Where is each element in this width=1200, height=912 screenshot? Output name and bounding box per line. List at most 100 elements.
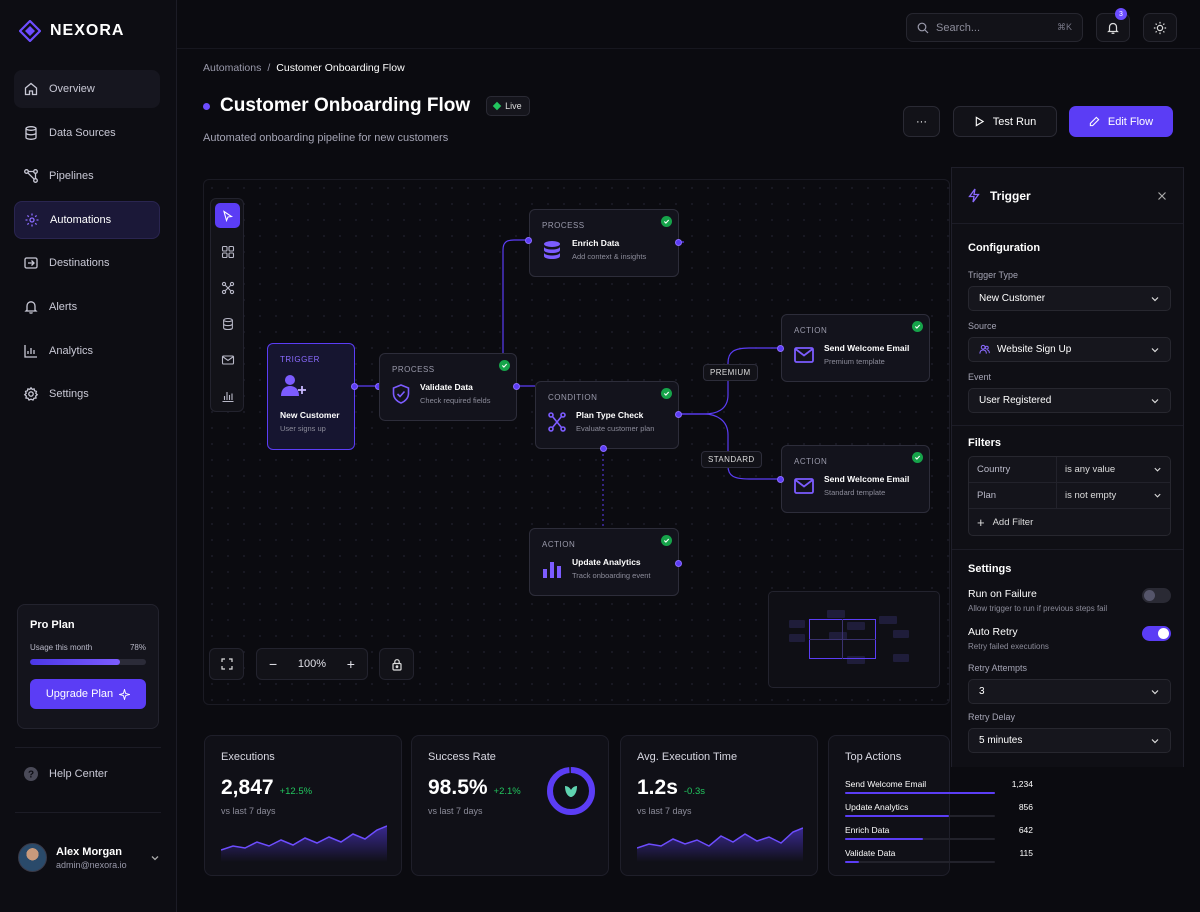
- theme-toggle-button[interactable]: [1143, 13, 1177, 42]
- mail-tool-button[interactable]: [215, 347, 240, 372]
- minimap[interactable]: [768, 591, 940, 688]
- sidebar-item-automations[interactable]: Automations: [14, 200, 160, 239]
- flow-node-trigger[interactable]: TRIGGER New Customer User signs up: [267, 343, 355, 450]
- flow-node-update-analytics[interactable]: ACTION Update Analytics Track onboarding …: [529, 528, 679, 596]
- success-check-icon: [499, 360, 510, 371]
- node-type: TRIGGER: [280, 355, 320, 364]
- auto-retry-toggle[interactable]: [1142, 626, 1171, 641]
- node-title: Validate Data: [420, 382, 473, 392]
- breadcrumb-parent[interactable]: Automations: [203, 62, 261, 74]
- zoom-out-button[interactable]: −: [269, 656, 277, 672]
- expand-icon: [220, 658, 233, 670]
- fit-view-button[interactable]: [209, 648, 244, 680]
- more-options-button[interactable]: ···: [903, 106, 940, 137]
- node-port[interactable]: [675, 411, 682, 418]
- trigger-type-select[interactable]: New Customer: [968, 286, 1171, 311]
- filter-operator: is not empty: [1065, 490, 1117, 501]
- node-port[interactable]: [351, 383, 358, 390]
- upgrade-plan-button[interactable]: Upgrade Plan: [30, 679, 146, 709]
- branch-icon: [548, 411, 566, 432]
- chevron-down-icon: [151, 855, 159, 860]
- minimap-node: [879, 616, 897, 624]
- node-port[interactable]: [600, 445, 607, 452]
- trigger-type-value: New Customer: [979, 293, 1046, 304]
- grid-tool-button[interactable]: [215, 239, 240, 264]
- trigger-type-label: Trigger Type: [968, 270, 1019, 280]
- flow-canvas[interactable]: TRIGGER New Customer User signs up PROCE…: [203, 179, 950, 705]
- mail-icon: [794, 346, 814, 363]
- database-tool-button[interactable]: [215, 311, 240, 336]
- zoom-in-button[interactable]: +: [347, 656, 355, 672]
- sidebar: NEXORA Overview Data Sources Pipelines A…: [0, 0, 177, 912]
- retry-attempts-select[interactable]: 3: [968, 679, 1171, 704]
- user-menu[interactable]: Alex Morgan admin@nexora.io: [18, 843, 160, 872]
- flow-node-validate-data[interactable]: PROCESS Validate Data Check required fiel…: [379, 353, 517, 421]
- event-select[interactable]: User Registered: [968, 388, 1171, 413]
- source-select[interactable]: Website Sign Up: [968, 337, 1171, 362]
- notifications-button[interactable]: 3: [1096, 8, 1130, 42]
- connect-tool-button[interactable]: [215, 275, 240, 300]
- sidebar-item-settings[interactable]: Settings: [14, 375, 160, 413]
- success-check-icon: [661, 388, 672, 399]
- minimap-node: [789, 634, 805, 642]
- node-port[interactable]: [777, 345, 784, 352]
- sidebar-item-alerts[interactable]: Alerts: [14, 288, 160, 326]
- top-action-bar: [845, 792, 995, 794]
- top-action-name: Send Welcome Email: [845, 779, 927, 789]
- flow-node-enrich-data[interactable]: PROCESS Enrich Data Add context & insight…: [529, 209, 679, 277]
- search-bar[interactable]: ⌘K: [906, 13, 1083, 42]
- logo[interactable]: NEXORA: [19, 20, 124, 42]
- search-input[interactable]: [936, 21, 1050, 34]
- flow-node-plan-type-check[interactable]: CONDITION Plan Type Check Evaluate custom…: [535, 381, 679, 449]
- chart-icon: [24, 344, 37, 358]
- filter-row[interactable]: Country is any value: [969, 457, 1170, 483]
- flow-node-send-welcome-premium[interactable]: ACTION Send Welcome Email Premium templat…: [781, 314, 930, 382]
- card-delta: +12.5%: [279, 786, 313, 797]
- filter-row[interactable]: Plan is not empty: [969, 483, 1170, 509]
- success-check-icon: [661, 535, 672, 546]
- close-icon[interactable]: [1157, 191, 1167, 201]
- help-center-label: Help Center: [49, 768, 108, 780]
- top-action-bar: [845, 861, 859, 863]
- zoom-level: 100%: [297, 658, 327, 670]
- bar-chart-icon: [222, 391, 233, 402]
- top-action-item: Validate Data 115: [845, 848, 1033, 863]
- help-center-link[interactable]: ? Help Center: [23, 766, 108, 782]
- edit-flow-button[interactable]: Edit Flow: [1069, 106, 1173, 137]
- sidebar-item-data-sources[interactable]: Data Sources: [14, 114, 160, 152]
- analytics-tool-button[interactable]: [215, 383, 240, 408]
- sidebar-item-label: Data Sources: [49, 126, 116, 139]
- select-tool-button[interactable]: [215, 203, 240, 228]
- edit-flow-label: Edit Flow: [1107, 115, 1154, 128]
- sidebar-item-overview[interactable]: Overview: [14, 70, 160, 108]
- sidebar-item-destinations[interactable]: Destinations: [14, 244, 160, 282]
- node-port[interactable]: [525, 237, 532, 244]
- auto-retry-label: Auto Retry: [968, 626, 1018, 638]
- mail-icon: [221, 354, 234, 365]
- sidebar-item-analytics[interactable]: Analytics: [14, 332, 160, 370]
- test-run-button[interactable]: Test Run: [953, 106, 1057, 137]
- add-filter-button[interactable]: + Add Filter: [969, 509, 1170, 535]
- sun-icon: [1153, 21, 1167, 34]
- node-port[interactable]: [777, 476, 784, 483]
- node-port[interactable]: [675, 239, 682, 246]
- sidebar-item-label: Analytics: [49, 344, 94, 357]
- flow-node-send-welcome-standard[interactable]: ACTION Send Welcome Email Standard templa…: [781, 445, 930, 513]
- retry-delay-select[interactable]: 5 minutes: [968, 728, 1171, 753]
- page-subtitle: Automated onboarding pipeline for new cu…: [203, 132, 449, 144]
- run-on-failure-toggle[interactable]: [1142, 588, 1171, 603]
- node-type: PROCESS: [392, 365, 435, 374]
- status-badge-label: Live: [505, 101, 522, 111]
- node-port[interactable]: [675, 560, 682, 567]
- chevron-down-icon: [1151, 738, 1159, 743]
- sidebar-item-pipelines[interactable]: Pipelines: [14, 157, 160, 195]
- upgrade-plan-label: Upgrade Plan: [45, 688, 114, 700]
- zoom-control: − 100% +: [256, 648, 368, 680]
- lock-canvas-button[interactable]: [379, 648, 414, 680]
- node-port[interactable]: [513, 383, 520, 390]
- top-action-count: 856: [1018, 802, 1033, 812]
- chevron-down-icon: [1151, 398, 1159, 403]
- top-action-name: Update Analytics: [845, 802, 909, 812]
- top-action-count: 115: [1019, 848, 1033, 858]
- help-icon: ?: [24, 767, 38, 781]
